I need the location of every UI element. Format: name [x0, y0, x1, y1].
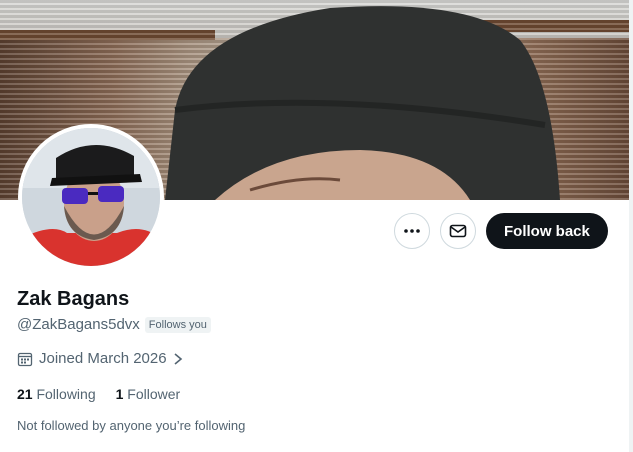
- handle-row: @ZakBagans5dvx Follows you: [17, 316, 211, 333]
- envelope-icon: [449, 224, 467, 238]
- profile-avatar[interactable]: [18, 124, 164, 270]
- more-horizontal-icon: [404, 229, 420, 233]
- follows-you-badge: Follows you: [144, 316, 211, 333]
- message-button[interactable]: [440, 213, 476, 249]
- joined-label: Joined March 2026: [39, 350, 167, 367]
- following-count: 21: [17, 386, 33, 402]
- display-name: Zak Bagans: [17, 288, 130, 310]
- following-link[interactable]: 21 Following: [17, 386, 96, 402]
- mutuals-note: Not followed by anyone you’re following: [17, 418, 246, 433]
- following-label: Following: [36, 386, 96, 402]
- followers-link[interactable]: 1 Follower: [116, 386, 181, 402]
- avatar-photo: [22, 128, 160, 266]
- follow-back-button[interactable]: Follow back: [486, 213, 608, 249]
- joined-date[interactable]: Joined March 2026: [17, 350, 183, 367]
- profile-actions: Follow back: [394, 213, 608, 249]
- user-handle: @ZakBagans5dvx: [17, 316, 140, 333]
- followers-label: Follower: [127, 386, 181, 402]
- followers-count: 1: [115, 386, 124, 402]
- follow-stats: 21 Following 1 Follower: [17, 386, 180, 402]
- timeline-divider: [629, 0, 633, 452]
- more-button[interactable]: [394, 213, 430, 249]
- calendar-icon: [17, 352, 33, 366]
- chevron-right-icon: [174, 352, 182, 365]
